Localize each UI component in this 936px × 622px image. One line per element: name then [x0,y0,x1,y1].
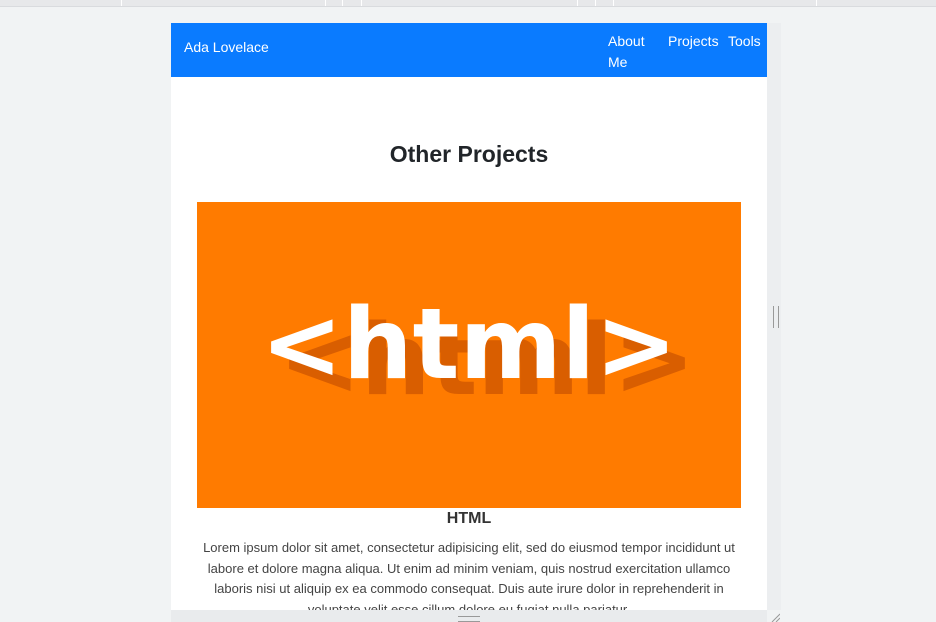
navbar-brand[interactable]: Ada Lovelace [184,39,269,55]
ruler-tick [361,0,362,6]
section-title: Other Projects [389,141,549,167]
top-ruler [0,0,936,7]
ruler-tick [577,0,578,6]
nav-link-about-me[interactable]: About Me [608,31,652,73]
project-name: HTML [446,510,492,527]
ruler-tick [121,0,122,6]
resize-handle-icon[interactable] [773,306,779,328]
project-image: <html> <html> [197,202,741,508]
device-viewport: Ada Lovelace About Me Projects Tools Oth… [171,23,767,610]
ruler-tick [595,0,596,6]
ruler-tick [613,0,614,6]
resize-handle-icon[interactable] [458,616,480,622]
nav-link-tools[interactable]: Tools [728,31,761,52]
ruler-tick [816,0,817,6]
corner-resize-icon[interactable] [770,612,780,622]
nav-link-projects[interactable]: Projects [668,31,719,52]
ruler-tick [342,0,343,6]
project-description: Lorem ipsum dolor sit amet, consectetur … [203,540,735,610]
html-logo-text: <html> [261,288,678,402]
ruler-tick [325,0,326,6]
navbar: Ada Lovelace About Me Projects Tools [171,23,767,77]
html-logo-graphic: <html> <html> [261,288,696,418]
